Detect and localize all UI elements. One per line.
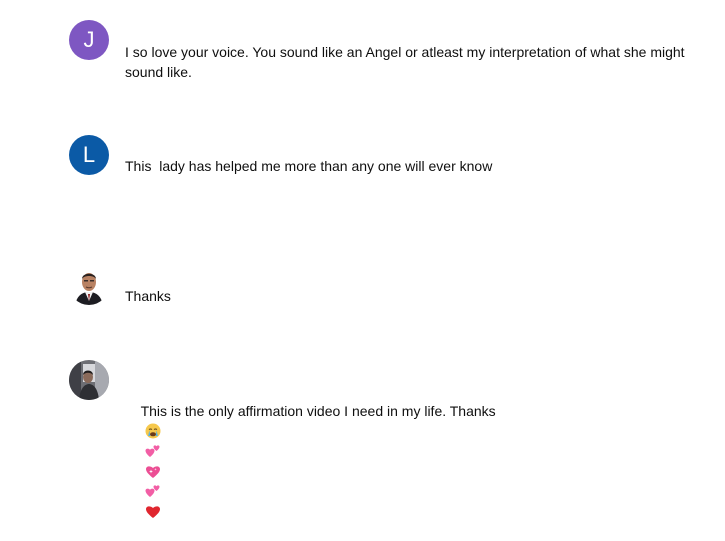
red-heart-icon: [145, 506, 160, 518]
person-photo-icon: [69, 360, 109, 400]
crying-face-icon: [145, 423, 161, 439]
avatar[interactable]: L: [69, 135, 109, 175]
man-portrait-icon: [69, 265, 109, 305]
comment-text: This is the only affirmation video I nee…: [125, 381, 705, 541]
sparkling-heart-icon: [145, 466, 160, 478]
comment-item: Thanks: [69, 265, 709, 315]
comment-text: I so love your voice. You sound like an …: [125, 44, 689, 80]
comment-text: This lady has helped me more than any on…: [125, 158, 493, 174]
two-hearts-icon: [145, 485, 160, 497]
comment-text: Thanks: [125, 288, 171, 304]
avatar[interactable]: [69, 360, 109, 400]
avatar[interactable]: J: [69, 20, 109, 60]
comment-text-content: This is the only affirmation video I nee…: [140, 403, 496, 419]
avatar-letter: J: [83, 27, 95, 52]
avatar[interactable]: [69, 265, 109, 305]
comment-item: J I so love your voice. You sound like a…: [69, 20, 709, 90]
comment-item: L This lady has helped me more than any …: [69, 135, 709, 195]
comment-item: This is the only affirmation video I nee…: [69, 360, 709, 518]
avatar-letter: L: [82, 142, 96, 167]
two-hearts-icon: [145, 445, 160, 457]
